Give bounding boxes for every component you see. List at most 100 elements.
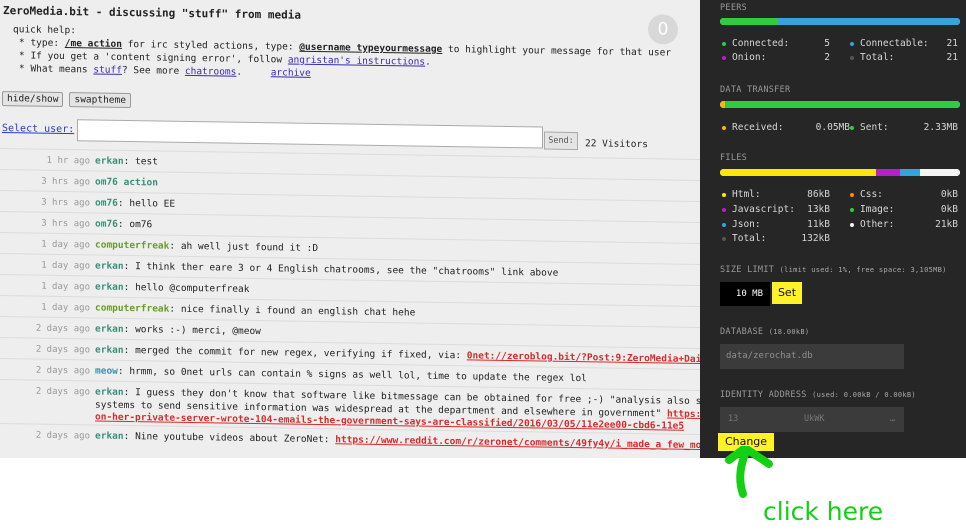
identity-address-select[interactable]: 13 UkWK …: [720, 407, 904, 432]
css-value: 0kB: [940, 189, 958, 200]
javascript-value: 13kB: [807, 204, 830, 215]
size-limit-detail: (limit used: 1%, free space: 3,105MB): [779, 266, 947, 274]
files-bar: [720, 169, 960, 176]
stat-total-files: Total:: [722, 233, 766, 244]
toolbar: hide/show swaptheme: [2, 91, 131, 109]
connected-label: Connected:: [732, 38, 790, 49]
stat-sent: Sent:: [850, 122, 889, 133]
message-text: om76: [129, 219, 153, 231]
stuff-link[interactable]: stuff: [93, 64, 122, 75]
message-body: om76: hello EE: [95, 197, 175, 209]
stat-connected: Connected:: [722, 38, 789, 49]
message-user[interactable]: erkan: [95, 323, 124, 334]
json-value: 11kB: [807, 219, 830, 230]
set-size-button[interactable]: Set: [772, 282, 802, 304]
message-link[interactable]: https://www.wa: [667, 408, 700, 420]
message-separator: :: [169, 240, 181, 252]
message-user[interactable]: erkan: [95, 344, 124, 355]
size-limit-input[interactable]: 10 MB: [720, 282, 770, 306]
message-list: 1 hr ago erkan: test 3 hrs ago om76 action 3…: [0, 148, 700, 455]
database-path-field[interactable]: data/zerochat.db: [720, 344, 904, 369]
message-link[interactable]: 0net://zeroblog.bit/?Post:9:ZeroMedia+Da…: [467, 350, 700, 365]
swaptheme-button[interactable]: swaptheme: [69, 92, 131, 109]
message-separator: :: [117, 365, 130, 378]
message-separator: :: [123, 386, 136, 399]
identity-value-end: UkWK: [804, 414, 825, 424]
files-bar-javascript: [876, 169, 900, 176]
message-user[interactable]: om76 action: [95, 176, 158, 188]
database-heading: DATABASE (18.00kB): [720, 327, 809, 337]
message-body: om76: om76: [95, 218, 152, 230]
page-title: ZeroMedia.bit - discussing "stuff" from …: [3, 4, 302, 22]
message-time: 1 day ago: [41, 260, 90, 272]
transfer-heading: DATA TRANSFER: [720, 85, 791, 95]
select-user-link[interactable]: Select user:: [2, 123, 74, 135]
arrow-icon: [725, 446, 773, 498]
files-heading: FILES: [720, 153, 748, 163]
transfer-bar-sent: [724, 101, 960, 108]
message-link[interactable]: https://www.reddit.com/r/zeronet/comment…: [335, 434, 700, 451]
green-dot-icon: [850, 125, 854, 130]
yellow-dot-icon: [722, 192, 726, 197]
message-separator: :: [117, 218, 130, 231]
message-text: hello @computerfreak: [135, 282, 250, 295]
message-input[interactable]: [77, 119, 543, 149]
files-bar-html: [720, 169, 876, 176]
message-user[interactable]: om76: [95, 197, 118, 208]
total-peers-value: 21: [946, 52, 958, 63]
help-cmd-me: /me action: [64, 38, 122, 50]
sent-value: 2.33MB: [923, 122, 958, 133]
files-bar-json: [900, 169, 921, 176]
blue-dot-icon: [850, 41, 854, 46]
message-body: erkan: Nine youtube videos about ZeroNet…: [95, 430, 700, 451]
hide-show-button[interactable]: hide/show: [2, 91, 64, 107]
received-label: Received:: [732, 122, 784, 133]
message-user[interactable]: erkan: [95, 260, 124, 271]
size-limit-heading: SIZE LIMIT (limit used: 1%, free space: …: [720, 265, 947, 275]
help-line3-mid: ? See more: [121, 64, 185, 77]
site-info-sidebar: PEERS Connected: 5 Connectable: 21 Onion…: [700, 0, 966, 458]
image-label: Image:: [860, 204, 895, 215]
instructions-link[interactable]: angristan's instructions: [288, 55, 425, 68]
message-time: 3 hrs ago: [41, 176, 90, 188]
message-time: 1 day ago: [41, 302, 90, 314]
message-user[interactable]: erkan: [95, 386, 124, 397]
send-button[interactable]: Send:: [544, 131, 578, 151]
message-text: test: [135, 156, 158, 168]
onion-value: 2: [824, 52, 830, 63]
message-time: 1 day ago: [41, 239, 90, 251]
message-user[interactable]: om76: [95, 218, 118, 229]
message-user[interactable]: meow: [95, 365, 118, 376]
help-line3-mid2: .: [236, 66, 271, 79]
help-line1-suffix: to highlight your message for that user: [442, 43, 672, 59]
chatrooms-link[interactable]: chatrooms: [185, 66, 236, 78]
stat-json: Json:: [722, 219, 761, 230]
identity-value-start: 13: [728, 414, 739, 424]
message-user[interactable]: computerfreak: [95, 239, 169, 251]
stat-html: Html:: [722, 189, 761, 200]
stat-other: Other:: [850, 219, 894, 230]
blue-dot-icon: [722, 222, 726, 227]
message-time: 1 hr ago: [46, 155, 90, 167]
message-user[interactable]: erkan: [95, 430, 124, 441]
orange-dot-icon: [850, 192, 854, 197]
archive-link[interactable]: archive: [271, 67, 311, 79]
message-body: erkan: test: [95, 155, 158, 167]
size-limit-title: SIZE LIMIT: [720, 265, 775, 275]
stat-image: Image:: [850, 204, 894, 215]
message-separator: :: [123, 281, 136, 294]
message-time: 2 days ago: [35, 323, 90, 335]
peers-bar: [720, 18, 960, 25]
identity-detail: (used: 0.00kB / 0.00kB): [812, 391, 916, 399]
database-detail: (18.00kB): [768, 328, 810, 336]
message-text: works :-) merci, @meow: [135, 324, 261, 338]
help-heading: quick help:: [13, 24, 76, 37]
message-text: Nine youtube videos about ZeroNet:: [135, 431, 336, 446]
message-user[interactable]: computerfreak: [95, 302, 169, 314]
total-peers-label: Total:: [860, 52, 895, 63]
grey-dot-icon: [850, 55, 854, 60]
message-separator: :: [123, 323, 136, 336]
message-user[interactable]: erkan: [95, 155, 124, 166]
message-user[interactable]: erkan: [95, 281, 124, 292]
connected-value: 5: [824, 38, 830, 49]
